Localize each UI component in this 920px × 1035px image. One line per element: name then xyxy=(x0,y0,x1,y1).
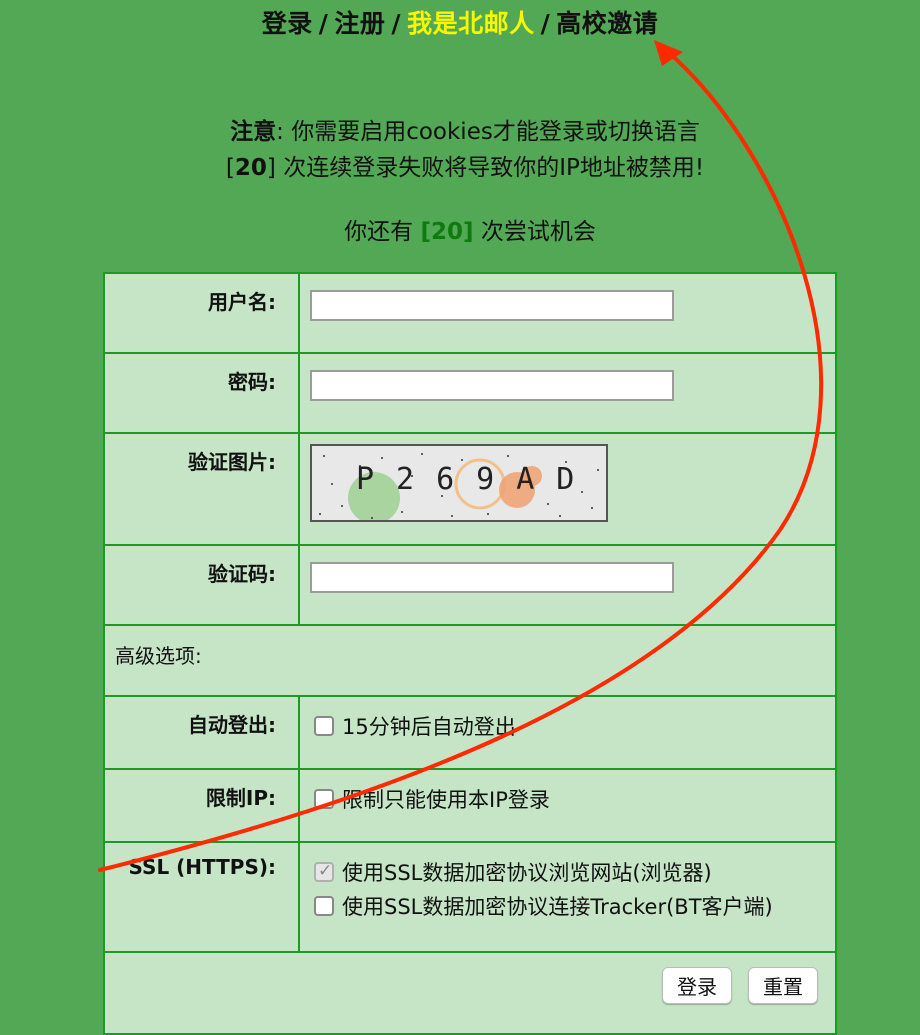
ssl-browse-checkbox[interactable] xyxy=(314,861,334,882)
restrict-ip-label: 限制IP: xyxy=(103,768,300,843)
attempts-remaining: 你还有 [20] 次尝试机会 xyxy=(0,212,920,246)
nav-login-link[interactable]: 登录 xyxy=(262,9,313,38)
ssl-browse-option: 使用SSL数据加密协议浏览网站(浏览器) xyxy=(342,861,712,885)
password-input[interactable] xyxy=(310,370,674,401)
arrow-head-icon xyxy=(654,40,683,66)
notice-cookies-text: : 你需要启用cookies才能登录或切换语言 xyxy=(276,119,700,145)
nav-bupt-link[interactable]: 我是北邮人 xyxy=(407,9,535,38)
failure-limit: 20 xyxy=(234,155,267,181)
nav-register-link[interactable]: 注册 xyxy=(334,9,385,38)
restrict-ip-checkbox[interactable] xyxy=(314,789,334,809)
ssl-tracker-checkbox[interactable] xyxy=(314,896,334,916)
nav-invite-link[interactable]: 高校邀请 xyxy=(556,9,658,38)
notice-line-2: [20] 次连续登录失败将导致你的IP地址被禁用! xyxy=(0,150,920,186)
captcha-code-input[interactable] xyxy=(310,562,674,593)
auto-logout-option: 15分钟后自动登出 xyxy=(342,715,516,739)
advanced-options-heading: 高级选项: xyxy=(103,624,837,697)
attempts-count: [20] xyxy=(420,219,474,245)
notice-label: 注意 xyxy=(230,119,277,145)
notice-line-1: 注意: 你需要启用cookies才能登录或切换语言 xyxy=(0,114,920,150)
top-navigation: 登录 / 注册 / 我是北邮人 / 高校邀请 xyxy=(0,4,920,40)
notice-ban-text: ] 次连续登录失败将导致你的IP地址被禁用! xyxy=(266,155,705,181)
captcha-text: P269AD xyxy=(356,462,597,497)
restrict-ip-option: 限制只能使用本IP登录 xyxy=(342,788,550,812)
nav-separator: / xyxy=(318,9,329,38)
username-input[interactable] xyxy=(310,290,674,321)
captcha-image: P269AD xyxy=(310,444,608,522)
attempts-prefix: 你还有 xyxy=(344,219,421,245)
username-label: 用户名: xyxy=(103,272,300,354)
nav-separator: / xyxy=(391,9,402,38)
reset-button[interactable]: 重置 xyxy=(748,967,818,1004)
password-label: 密码: xyxy=(103,352,300,434)
auto-logout-label: 自动登出: xyxy=(103,695,300,770)
attempts-suffix: 次尝试机会 xyxy=(473,219,596,245)
login-form: 用户名: 密码: 验证图片: P269AD 验证码: 高级选项: 自动登出: 1… xyxy=(103,272,837,1035)
captcha-code-label: 验证码: xyxy=(103,544,300,626)
ssl-label: SSL (HTTPS): xyxy=(103,841,300,953)
captcha-image-label: 验证图片: xyxy=(103,432,300,546)
bracket-open: [ xyxy=(225,155,235,181)
login-submit-button[interactable]: 登录 xyxy=(662,967,732,1004)
login-notice: 注意: 你需要启用cookies才能登录或切换语言 [20] 次连续登录失败将导… xyxy=(0,114,920,186)
nav-separator: / xyxy=(540,9,551,38)
ssl-tracker-option: 使用SSL数据加密协议连接Tracker(BT客户端) xyxy=(342,895,773,919)
auto-logout-checkbox[interactable] xyxy=(314,716,334,736)
